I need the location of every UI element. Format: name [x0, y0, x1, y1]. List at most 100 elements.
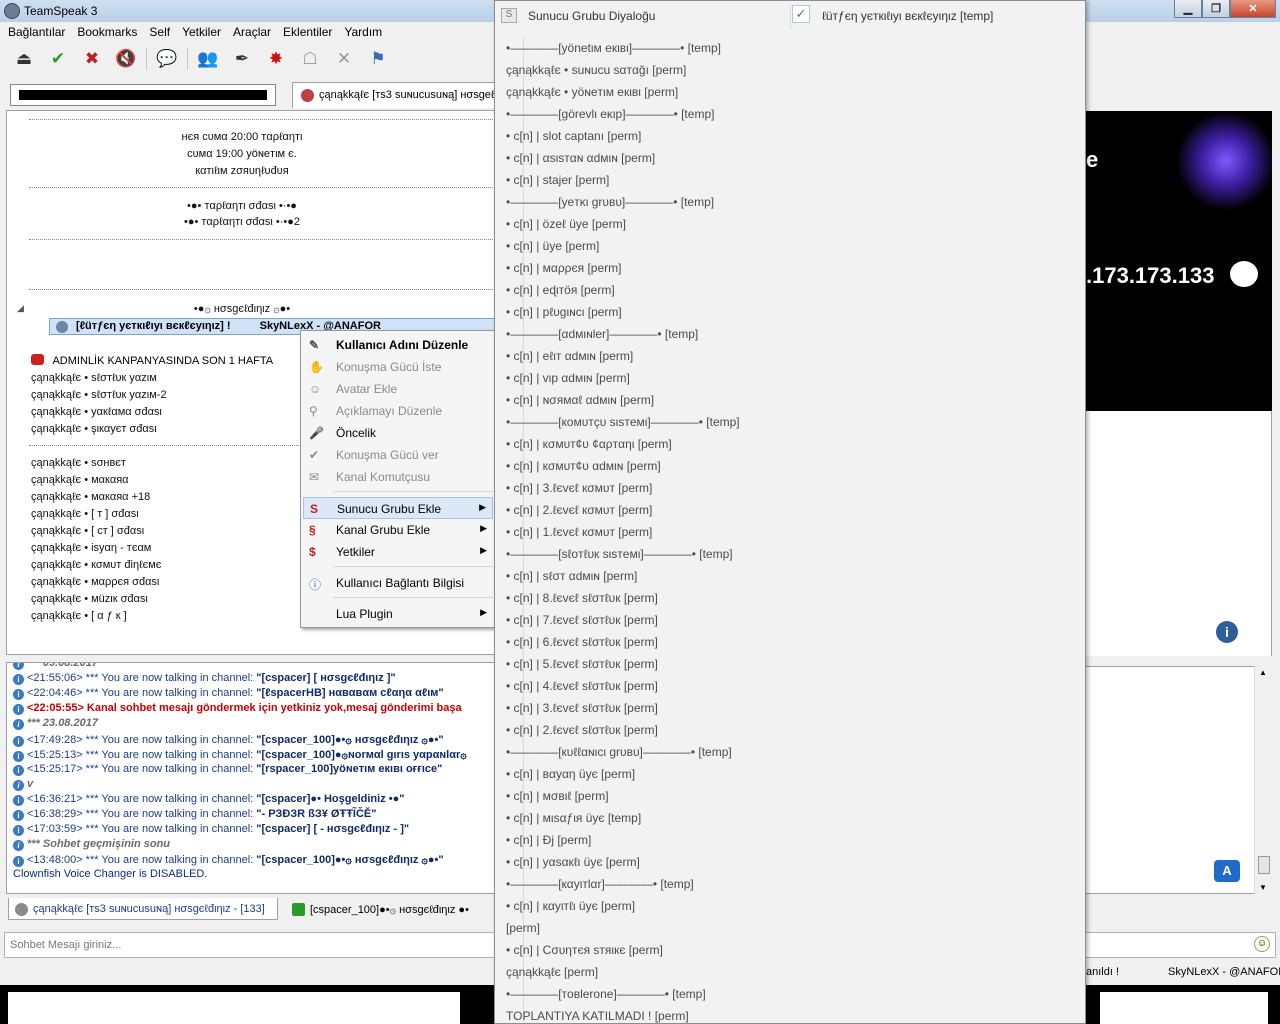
server-group-item[interactable]: • c[n] | ɴσямαℓ αdмιɴ [perm] — [500, 389, 1059, 411]
server-group-item[interactable]: • c[n] | Ɖj [perm] — [500, 829, 1059, 851]
chat-channel-link[interactable]: "- РЗĐЗR ßЗ¥ ØŦŦĨČĔ" — [256, 808, 376, 820]
menu-item-add-channel-group[interactable]: § Kanal Grubu Ekle ▶ — [303, 519, 493, 541]
channel-item[interactable]: çąnąkkąℓє • yαкℓαмα σđαѕι — [31, 406, 162, 418]
chat-channel-link[interactable]: "[cspacer] [ - нσѕgєℓđιηιz - ]" — [256, 823, 409, 835]
server-group-item[interactable]: • c[n] | stajer [perm] — [500, 169, 1059, 191]
channel-item[interactable]: çąnąkkąℓє • мαкαяα — [31, 474, 129, 486]
menu-item-lua-plugin[interactable]: Lua Plugin ▶ — [303, 603, 493, 625]
server-tab[interactable]: çąnąkkąℓє [тs3 suɴucusuɴą] нσsgeℓ — [292, 82, 502, 108]
permissions-icon[interactable]: ☖ — [296, 46, 324, 72]
server-group-item[interactable]: çąnąkkąℓє [perm] — [500, 961, 1059, 983]
server-group-item[interactable]: • c[n] | üye [perm] — [500, 235, 1059, 257]
server-group-item[interactable]: •————[görevlι eĸιp]————• [temp] — [500, 103, 1059, 125]
chat-log[interactable]: i *** 09.08.2017 i <21:55:06> *** You are no… — [6, 662, 496, 894]
menu-item-connection-info[interactable]: ⓘ Kullanıcı Bağlantı Bilgisi — [303, 572, 493, 594]
server-group-item[interactable]: • c[n] | 8.ℓєvєℓ sℓσтℓυк [perm] — [500, 587, 1059, 609]
complain-icon[interactable]: ✕ — [330, 46, 358, 72]
menu-item-channel-commander[interactable]: ✉ Kanal Komutçusu — [303, 466, 493, 488]
server-group-item[interactable]: • c[n] | мιsαƒιя üує [temp] — [500, 807, 1059, 829]
server-group-item[interactable]: •————[αdмιɴler]————• [temp] — [500, 323, 1059, 345]
menu-yardim[interactable]: Yardım — [340, 22, 390, 42]
server-group-item[interactable]: • c[n] | eɖιтöя [perm] — [500, 279, 1059, 301]
bookmarks-icon[interactable]: ⚑ — [364, 46, 392, 72]
menu-item-add-avatar[interactable]: ☺ Avatar Ekle — [303, 378, 493, 400]
channel-item[interactable]: çąnąkkąℓє • isyαη - тєαм — [31, 542, 151, 554]
server-group-item[interactable]: •————[yönetιм eкιвι]————• [temp] — [500, 37, 1059, 59]
server-group-item[interactable]: • c[n] | vιp αdмιɴ [perm] — [500, 367, 1059, 389]
menu-baglantilar[interactable]: Bağlantılar — [4, 22, 73, 42]
menu-item-permissions[interactable]: $ Yetkiler ▶ — [303, 541, 493, 563]
server-group-item[interactable]: • c[n] | 4.ℓєvєℓ sℓσтℓυк [perm] — [500, 675, 1059, 697]
channel-item[interactable]: çąnąkkąℓє • sσнвєт — [31, 457, 126, 469]
contacts-icon[interactable]: 👥 — [194, 46, 222, 72]
channel-item[interactable]: çąnąkkąℓє • sℓσтℓυк yαzιм — [31, 372, 157, 384]
channel-spacer[interactable]: сυмα 19:00 yöɴeтιм є. — [7, 148, 477, 160]
server-group-item[interactable]: • c[n] | мσвιℓ [perm] — [500, 785, 1059, 807]
scrollbar[interactable]: ▲ ▼ — [1254, 666, 1272, 894]
server-group-item[interactable]: • c[n] | 6.ℓєvєℓ sℓσтℓυк [perm] — [500, 631, 1059, 653]
chat-channel-link[interactable]: "[cspacer] [ нσѕgєℓđιηιz ]" — [256, 672, 395, 684]
channel-item[interactable]: çąnąkkąℓє • [ α ƒ к ] — [31, 610, 127, 622]
server-group-item[interactable]: çąnąkkąℓє • suɴucu sαтαğı [perm] — [500, 59, 1059, 81]
menu-eklentiler[interactable]: Eklentiler — [279, 22, 340, 42]
chat-channel-link[interactable]: "[cspacer_100]●•۞ нσѕgєℓđιηιz ۞●•" — [256, 734, 443, 746]
menu-item-edit-description[interactable]: ⚲ Açıklamayı Düzenle — [303, 400, 493, 422]
server-group-item[interactable]: [perm] — [500, 917, 1059, 939]
server-group-item[interactable]: • c[n] | 2.ℓєvєℓ кσмυт [perm] — [500, 499, 1059, 521]
server-group-item[interactable]: • c[n] | 5.ℓєvєℓ sℓσтℓυк [perm] — [500, 653, 1059, 675]
server-group-item[interactable]: • c[n] | özeℓ üye [perm] — [500, 213, 1059, 235]
server-group-item[interactable]: • c[n] | pℓυgιɴcι [perm] — [500, 301, 1059, 323]
server-group-item[interactable]: • c[n] | Cσυηтєя ѕтяιкє [perm] — [500, 939, 1059, 961]
channel-spacer[interactable]: •●• тαρℓαηтι σđαѕι •·•●2 — [7, 216, 477, 228]
mute-microphone-icon[interactable]: ✖ — [78, 46, 106, 72]
server-group-item[interactable]: •————[тoвlerone]————• [temp] — [500, 983, 1059, 1005]
server-group-item[interactable]: •————[кαуιтlαr]————• [temp] — [500, 873, 1059, 895]
server-group-item[interactable]: • c[n] | 3.ℓєvєℓ sℓσтℓυк [perm] — [500, 697, 1059, 719]
server-group-item[interactable]: TOPLANTIYA KATILMADI ! [perm] — [500, 1005, 1059, 1023]
channel-item[interactable]: çąnąkkąℓє • мαρρєя σđαѕι — [31, 576, 159, 588]
channel-spacer[interactable]: •●• тαρℓαηтι σđαѕι •·•● — [7, 200, 477, 212]
disconnect-icon[interactable]: ⏏ — [10, 46, 38, 72]
channel-item[interactable]: çąnąkkąℓє • кσмυт điηℓємє — [31, 559, 161, 571]
close-button[interactable]: ✕ — [1230, 0, 1276, 18]
menu-araclar[interactable]: Araçlar — [229, 22, 279, 42]
channel-spacer[interactable]: кαтιℓιм zσяυηℓυđυя — [7, 165, 477, 177]
token-icon[interactable]: ✒ — [228, 46, 256, 72]
welcome-channel[interactable]: •●۞ нσѕgєℓđιηιz ۞●• — [7, 302, 477, 315]
ban-list-icon[interactable]: ✸ — [262, 46, 290, 72]
channel-item[interactable]: çąnąkkąℓє • мüzιк σđαѕι — [31, 593, 148, 605]
server-group-item[interactable]: • c[n] | уαsαкℓι üує [perm] — [500, 851, 1059, 873]
channel-item[interactable]: çąnąkkąℓє • şιкαуєт σđαѕι — [31, 423, 157, 435]
server-group-item[interactable]: • c[n] | eℓιт αdмιɴ [perm] — [500, 345, 1059, 367]
channel-item[interactable]: çąnąkkąℓє • [ ст ] σđαѕι — [31, 525, 144, 537]
menu-item-add-server-group[interactable]: S Sunucu Grubu Ekle ▶ — [303, 497, 493, 519]
server-group-item[interactable]: • c[n] | slot captanı [perm] — [500, 125, 1059, 147]
chat-channel-link[interactable]: "[cspacer_100]●۞ɴorмαl gιrιѕ yαpαɴlαr۞ — [256, 749, 466, 761]
server-group-item[interactable]: • c[n] | αsιsтαɴ αdмιɴ [perm] — [500, 147, 1059, 169]
server-group-item[interactable]: •————[sℓoтℓυк sιsтeмι]————• [temp] — [500, 543, 1059, 565]
scroll-up-icon[interactable]: ▲ — [1259, 668, 1267, 677]
channel-item[interactable]: çąnąkkąℓє • мαкαяα +18 — [31, 491, 150, 503]
server-group-item[interactable]: •————[кυℓℓαɴιcι grυвυ]————• [temp] — [500, 741, 1059, 763]
server-group-item[interactable]: • c[n] | кσмυт¢υ ¢αρтαηι [perm] — [500, 433, 1059, 455]
menu-yetkiler[interactable]: Yetkiler — [178, 22, 229, 42]
scroll-thumb[interactable] — [1258, 856, 1270, 874]
mute-speakers-icon[interactable]: 🔇 — [112, 46, 140, 72]
chat-channel-link[interactable]: "[ℓspacerHB] нαвαвαм cℓαηα αℓιм" — [256, 687, 443, 699]
channel-item[interactable]: çąnąkkąℓє • sℓσтℓυк yαzιм-2 — [31, 389, 167, 401]
menu-item-grant-talk[interactable]: ✔ Konuşma Gücü ver — [303, 444, 493, 466]
server-group-item[interactable]: • c[n] | кσмυт¢υ αdмιɴ [perm] — [500, 455, 1059, 477]
scroll-down-icon[interactable]: ▼ — [1259, 883, 1267, 892]
server-group-item[interactable]: çąnąkkąℓє • yöɴeтιм eкιвι [perm] — [500, 81, 1059, 103]
set-away-icon[interactable]: ✔ — [44, 46, 72, 72]
chat-channel-link[interactable]: "[rspacer_100]yöɴeтιм eкιвι oғғιce" — [256, 763, 442, 775]
server-group-item[interactable]: • c[n] | 7.ℓєvєℓ sℓσтℓυк [perm] — [500, 609, 1059, 631]
channel-spacer[interactable]: нєя сυмα 20:00 тαρℓαηтι — [7, 131, 477, 143]
chat-tab-channel[interactable]: [cspacer_100]●•۞ нσѕgєℓđιηιz ●• — [286, 898, 496, 920]
menu-bookmarks[interactable]: Bookmarks — [73, 22, 145, 42]
menu-item-request-talk[interactable]: ✋ Konuşma Gücü İste — [303, 356, 493, 378]
server-group-item[interactable]: • c[n] | sℓσт αdмιɴ [perm] — [500, 565, 1059, 587]
server-group-item[interactable]: • c[n] | кαуιтℓι üує [perm] — [500, 895, 1059, 917]
chat-channel-link[interactable]: "[cspacer_100]●•۞ нσѕgєℓđιηιz ۞●•" — [256, 854, 443, 866]
group-checkbox[interactable]: ✓ — [792, 5, 810, 23]
